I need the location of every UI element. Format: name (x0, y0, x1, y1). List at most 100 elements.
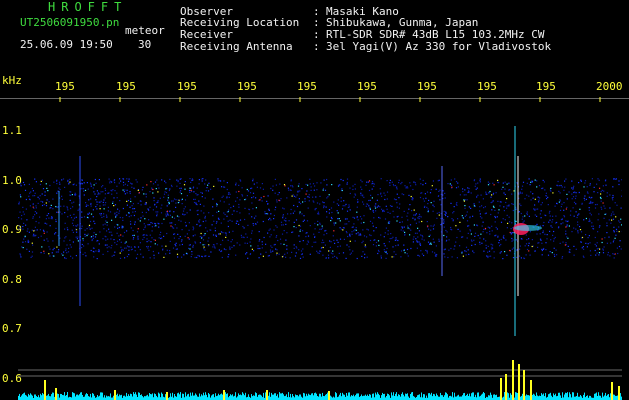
noise-dot (336, 210, 338, 212)
noise-dot (259, 187, 262, 189)
trace-bar (296, 395, 297, 400)
noise-dot (534, 214, 536, 216)
noise-dot (116, 185, 118, 187)
noise-dot (94, 178, 96, 181)
noise-dot (307, 207, 309, 209)
noise-dot (412, 199, 414, 201)
noise-dot (231, 246, 233, 248)
noise-dot (311, 246, 313, 248)
noise-dot (322, 254, 324, 256)
file-name: UT2506091950.pn (20, 16, 120, 29)
trace-bar (92, 393, 93, 400)
noise-dot (530, 199, 532, 201)
noise-dot (303, 215, 305, 217)
trace-bar (432, 396, 433, 400)
noise-dot (23, 184, 26, 186)
noise-dot (440, 217, 442, 220)
noise-dot (159, 197, 161, 199)
noise-dot (421, 238, 423, 240)
noise-dot (202, 244, 204, 246)
noise-dot (27, 241, 30, 243)
noise-dot (613, 239, 615, 241)
noise-dot (369, 207, 371, 209)
noise-dot (295, 246, 297, 248)
noise-dot (126, 245, 129, 247)
noise-dot (104, 223, 106, 225)
noise-dot (290, 208, 292, 211)
noise-dot (558, 185, 561, 187)
trace-bar (378, 393, 379, 400)
noise-dot (191, 190, 193, 193)
trace-bar (333, 396, 334, 400)
noise-dot (558, 201, 560, 203)
trace-bar (175, 396, 176, 400)
noise-dot (589, 183, 591, 185)
noise-dot (181, 239, 183, 241)
noise-dot (439, 199, 441, 201)
noise-dot (41, 179, 43, 181)
noise-dot (181, 243, 183, 246)
noise-dot (166, 249, 168, 251)
noise-dot (430, 242, 432, 244)
trace-bar (258, 394, 259, 400)
noise-dot (334, 242, 336, 244)
noise-dot (348, 246, 350, 248)
noise-dot (597, 192, 599, 194)
noise-dot (386, 253, 388, 255)
noise-dot (459, 245, 461, 247)
noise-dot (576, 216, 578, 219)
trace-bar (30, 393, 31, 400)
noise-dot (583, 248, 585, 250)
noise-dot (145, 193, 147, 195)
noise-dot (319, 228, 321, 230)
noise-dot (134, 221, 136, 223)
noise-dot (407, 227, 409, 229)
noise-dot (278, 253, 280, 255)
noise-dot (222, 195, 224, 197)
noise-dot (568, 225, 570, 227)
noise-dot (144, 218, 146, 220)
noise-dot (33, 207, 35, 209)
noise-dot (255, 215, 257, 217)
noise-dot (373, 230, 375, 232)
noise-dot (229, 246, 231, 248)
noise-dot (590, 197, 592, 199)
noise-dot (28, 195, 30, 197)
trace-bar (126, 392, 127, 400)
noise-dot (284, 185, 286, 187)
trace-bar (87, 394, 88, 400)
noise-dot (403, 210, 405, 212)
x-tick-label: 195 (357, 80, 377, 93)
noise-dot (556, 254, 558, 256)
noise-dot (530, 191, 532, 193)
noise-dot (100, 213, 102, 215)
noise-dot (492, 205, 495, 207)
noise-dot (45, 218, 47, 220)
noise-dot (140, 200, 142, 202)
trace-bar (455, 396, 456, 400)
noise-dot (120, 234, 122, 236)
noise-dot (470, 233, 472, 235)
noise-dot (528, 250, 530, 252)
noise-dot (404, 252, 406, 254)
trace-bar (482, 393, 483, 400)
trace-peak (523, 370, 525, 400)
noise-dot (438, 214, 440, 216)
noise-dot (386, 247, 388, 249)
noise-dot (206, 187, 208, 189)
noise-dot (368, 199, 370, 202)
noise-dot (320, 182, 322, 184)
noise-dot (204, 183, 206, 185)
trace-bar (594, 393, 595, 400)
noise-dot (305, 193, 307, 195)
noise-dot (270, 219, 272, 221)
noise-dot (346, 183, 348, 185)
noise-dot (19, 194, 21, 196)
noise-dot (506, 183, 508, 185)
noise-dot (468, 191, 470, 193)
noise-dot (473, 239, 475, 241)
trace-bar (402, 392, 403, 400)
noise-dot (194, 234, 196, 236)
noise-dot (90, 198, 92, 200)
noise-dot (392, 210, 394, 212)
